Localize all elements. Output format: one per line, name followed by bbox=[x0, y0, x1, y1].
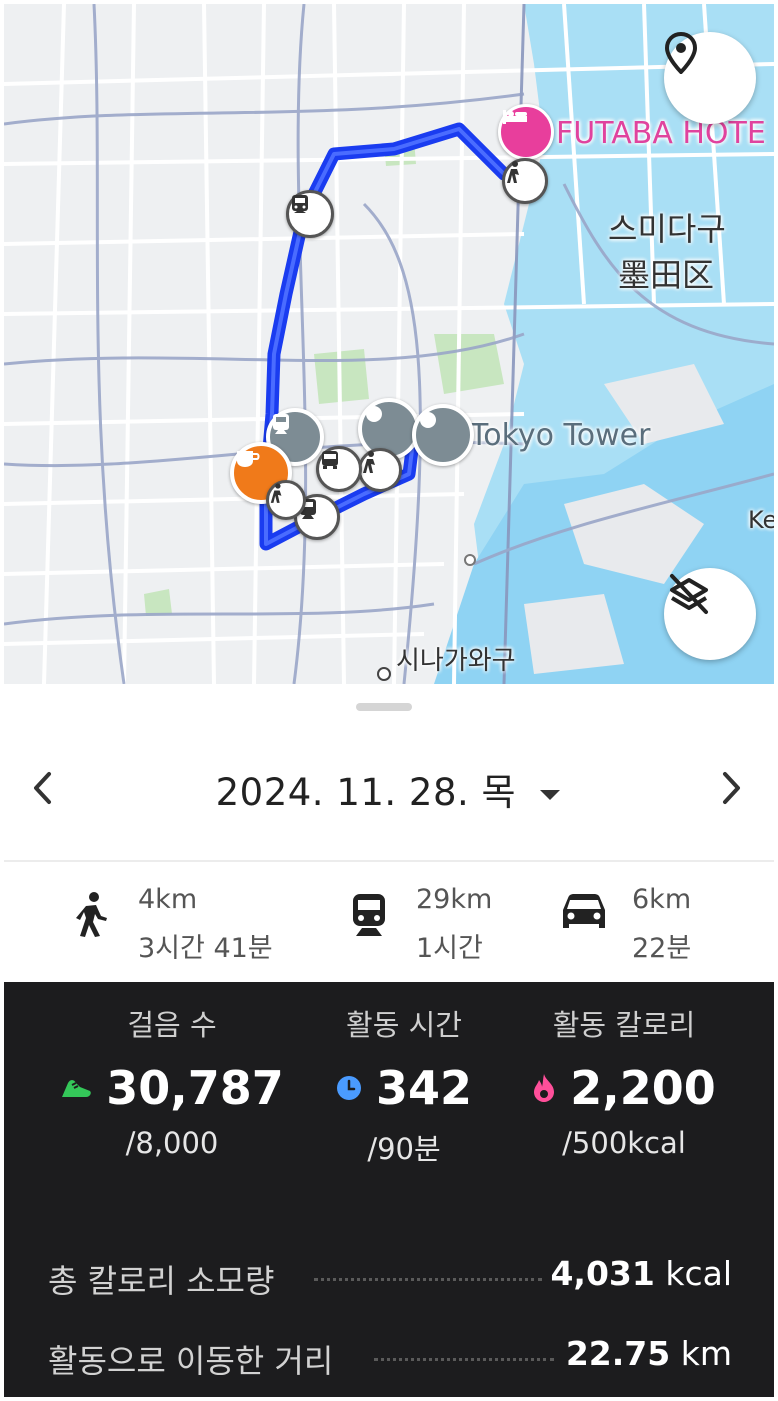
walk-stop-icon[interactable] bbox=[502, 158, 548, 204]
location-button[interactable] bbox=[664, 32, 756, 124]
ward-label-ko: 스미다구 bbox=[608, 210, 726, 248]
hotel-label[interactable]: FUTABA HOTE bbox=[556, 116, 766, 151]
district-label-ko: 시나가와구 bbox=[396, 646, 516, 676]
active-calories-value: 2,200 bbox=[570, 1061, 716, 1115]
edge-label: Ke bbox=[748, 506, 774, 534]
train-duration: 1시간 bbox=[416, 933, 483, 964]
activity-distance-label: 활동으로 이동한 거리 bbox=[48, 1342, 334, 1380]
clock-icon bbox=[336, 1076, 361, 1100]
walk-stop-icon[interactable] bbox=[358, 448, 402, 492]
steps-value: 30,787 bbox=[106, 1061, 284, 1115]
train-icon bbox=[353, 894, 385, 936]
car-duration: 22분 bbox=[632, 933, 692, 964]
walk-icon bbox=[76, 892, 107, 937]
walk-distance: 4km bbox=[138, 884, 198, 915]
car-icon bbox=[563, 894, 605, 928]
walk-stop-icon[interactable] bbox=[266, 480, 306, 520]
layers-off-icon bbox=[670, 574, 708, 614]
leader-dots bbox=[314, 1278, 542, 1281]
landmark-label[interactable]: Tokyo Tower bbox=[470, 418, 650, 453]
steps-label: 걸음 수 bbox=[127, 1008, 217, 1042]
place-pin-icon[interactable] bbox=[412, 404, 474, 466]
leader-dots bbox=[374, 1358, 554, 1361]
date-selector[interactable]: 2024. 11. 28. 목 bbox=[4, 762, 774, 816]
bus-stop-icon[interactable] bbox=[316, 446, 362, 492]
chevron-right-icon[interactable] bbox=[710, 768, 750, 808]
ward-label-ja: 墨田区 bbox=[618, 256, 715, 294]
active-calories-label: 활동 칼로리 bbox=[552, 1008, 696, 1042]
sheet-drag-handle[interactable] bbox=[356, 703, 412, 711]
activity-stats-panel: 걸음 수 30,787 /8,000 활동 시간 342 /90분 활동 칼로리 bbox=[4, 982, 774, 1397]
flame-icon bbox=[534, 1074, 555, 1102]
total-calories-row: 총 칼로리 소모량 4,031 kcal bbox=[48, 1252, 732, 1302]
car-distance: 6km bbox=[632, 884, 692, 915]
active-time-label: 활동 시간 bbox=[346, 1008, 462, 1042]
date-navigator: 2024. 11. 28. 목 bbox=[4, 740, 774, 836]
location-pin-icon bbox=[664, 32, 698, 74]
map-view[interactable]: FUTABA HOTE 스미다구 墨田区 Tokyo Tower 시나가와구 K… bbox=[4, 4, 774, 684]
summary-train: 29km 1시간 bbox=[350, 880, 530, 970]
active-time-value: 342 bbox=[375, 1061, 473, 1115]
activity-distance-value: 22.75 km bbox=[565, 1334, 732, 1373]
active-calories-goal: /500kcal bbox=[562, 1126, 686, 1160]
total-calories-label: 총 칼로리 소모량 bbox=[48, 1262, 275, 1300]
total-calories-value: 4,031 kcal bbox=[550, 1254, 732, 1293]
map-background bbox=[4, 4, 774, 684]
walk-duration: 3시간 41분 bbox=[138, 933, 273, 964]
train-stop-icon[interactable] bbox=[286, 190, 334, 238]
steps-goal: /8,000 bbox=[125, 1126, 219, 1160]
hotel-pin-icon[interactable] bbox=[498, 104, 554, 160]
active-time-goal: /90분 bbox=[367, 1132, 441, 1166]
shoe-icon bbox=[62, 1080, 92, 1097]
caret-down-icon bbox=[540, 789, 561, 800]
date-label: 2024. 11. 28. 목 bbox=[215, 771, 517, 814]
summary-walk: 4km 3시간 41분 bbox=[76, 880, 296, 970]
divider bbox=[4, 860, 774, 862]
activity-distance-row: 활동으로 이동한 거리 22.75 km bbox=[48, 1332, 732, 1382]
layers-toggle-button[interactable] bbox=[664, 568, 756, 660]
train-distance: 29km bbox=[416, 884, 493, 915]
summary-car: 6km 22분 bbox=[560, 880, 740, 970]
